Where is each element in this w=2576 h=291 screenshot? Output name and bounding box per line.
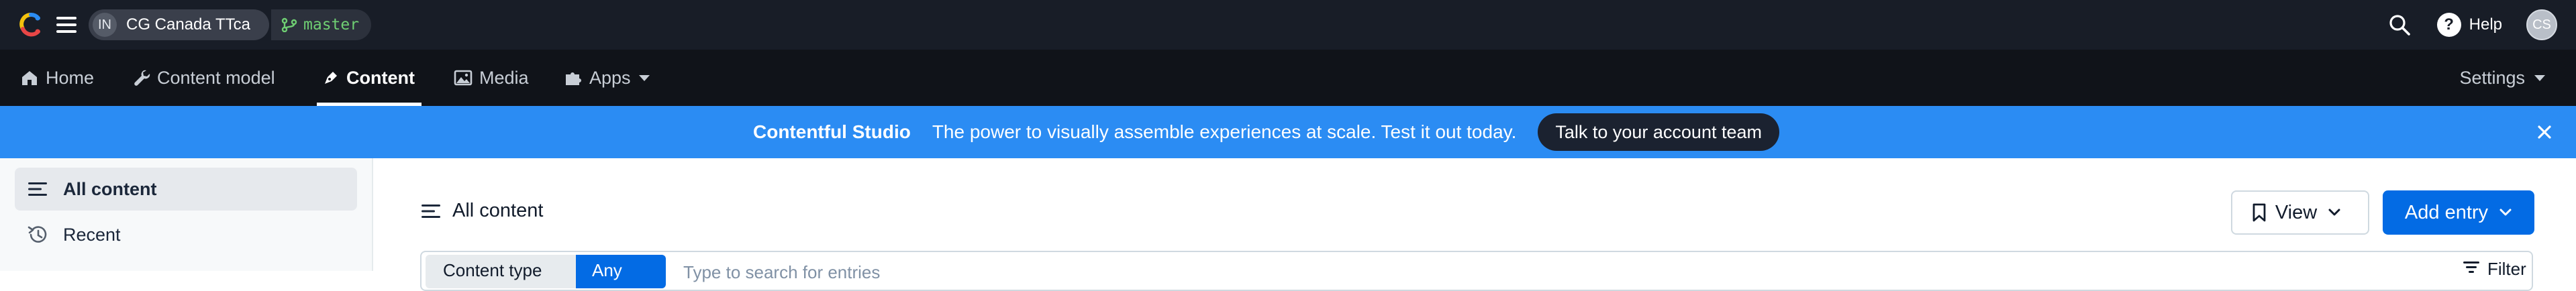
- add-entry-button[interactable]: Add entry: [2383, 190, 2534, 235]
- help-button[interactable]: ? Help: [2436, 13, 2502, 37]
- add-entry-button-label: Add entry: [2404, 201, 2489, 223]
- filter-icon: [2463, 261, 2479, 273]
- chevron-down-icon: [2328, 209, 2340, 216]
- page-title-label: All content: [452, 200, 544, 221]
- bookmark-icon: [2252, 203, 2266, 222]
- list-icon: [422, 204, 440, 218]
- sidebar-item-recent[interactable]: Recent: [15, 213, 357, 256]
- chevron-down-icon: [2499, 209, 2512, 216]
- chevron-down-icon: [2534, 74, 2545, 81]
- content-type-filter-value[interactable]: Any: [576, 255, 666, 288]
- help-label: Help: [2469, 15, 2502, 34]
- banner-title: Contentful Studio: [753, 121, 911, 142]
- help-circle-icon: ?: [2436, 13, 2461, 37]
- branch-icon: [281, 17, 297, 32]
- settings-menu[interactable]: Settings: [2459, 50, 2545, 106]
- list-icon: [28, 182, 47, 196]
- studio-promo-banner: Contentful Studio The power to visually …: [0, 106, 2576, 158]
- content-sidebar: All content Recent: [0, 158, 373, 271]
- space-switcher[interactable]: IN CG Canada TTca: [89, 9, 269, 40]
- banner-text: The power to visually assemble experienc…: [932, 121, 1517, 142]
- nav-item-home[interactable]: Home: [20, 50, 94, 106]
- entry-search-bar: Content type Any Filter: [420, 251, 2533, 291]
- content-type-filter-label[interactable]: Content type: [426, 255, 576, 288]
- talk-to-account-team-button[interactable]: Talk to your account team: [1538, 113, 1779, 151]
- chevron-down-icon: [638, 74, 650, 81]
- contentful-logo-icon[interactable]: [17, 11, 44, 38]
- hamburger-menu-icon[interactable]: [56, 17, 77, 33]
- pen-nib-icon: [325, 72, 337, 84]
- filter-button-label: Filter: [2487, 259, 2526, 279]
- user-avatar[interactable]: CS: [2526, 9, 2557, 40]
- image-icon: [454, 70, 473, 86]
- home-icon: [22, 71, 37, 85]
- sidebar-item-all-content[interactable]: All content: [15, 168, 357, 211]
- search-input[interactable]: [683, 257, 1690, 287]
- space-name: CG Canada TTca: [126, 15, 250, 34]
- nav-label-content-model: Content model: [157, 67, 275, 88]
- nav-item-apps[interactable]: Apps: [564, 50, 650, 106]
- nav-item-content[interactable]: Content: [317, 50, 422, 106]
- settings-label: Settings: [2459, 67, 2525, 88]
- close-icon[interactable]: [2533, 121, 2556, 143]
- sidebar-label-all-content: All content: [63, 178, 157, 199]
- environment-name: master: [303, 16, 360, 34]
- puzzle-icon: [566, 72, 581, 85]
- filter-button[interactable]: Filter: [2462, 259, 2526, 286]
- search-icon[interactable]: [2386, 11, 2413, 38]
- sidebar-label-recent: Recent: [63, 224, 121, 245]
- space-initials-badge: IN: [93, 13, 117, 37]
- view-button-label: View: [2275, 201, 2318, 223]
- nav-item-content-model[interactable]: Content model: [133, 50, 275, 106]
- nav-label-home: Home: [46, 67, 95, 88]
- nav-label-media: Media: [479, 67, 529, 88]
- nav-item-media[interactable]: Media: [454, 50, 529, 106]
- view-button[interactable]: View: [2231, 190, 2369, 235]
- top-bar: IN CG Canada TTca master ? Help CS: [0, 0, 2576, 50]
- main-navigation: Home Content model Content Media Apps Se…: [0, 50, 2576, 106]
- history-icon: [28, 226, 47, 243]
- wrench-icon: [134, 70, 150, 86]
- nav-label-content: Content: [346, 67, 415, 88]
- nav-label-apps: Apps: [589, 67, 631, 88]
- top-right-actions: ? Help CS: [2386, 9, 2557, 40]
- environment-switcher[interactable]: master: [271, 9, 372, 40]
- page-title[interactable]: All content: [420, 200, 543, 222]
